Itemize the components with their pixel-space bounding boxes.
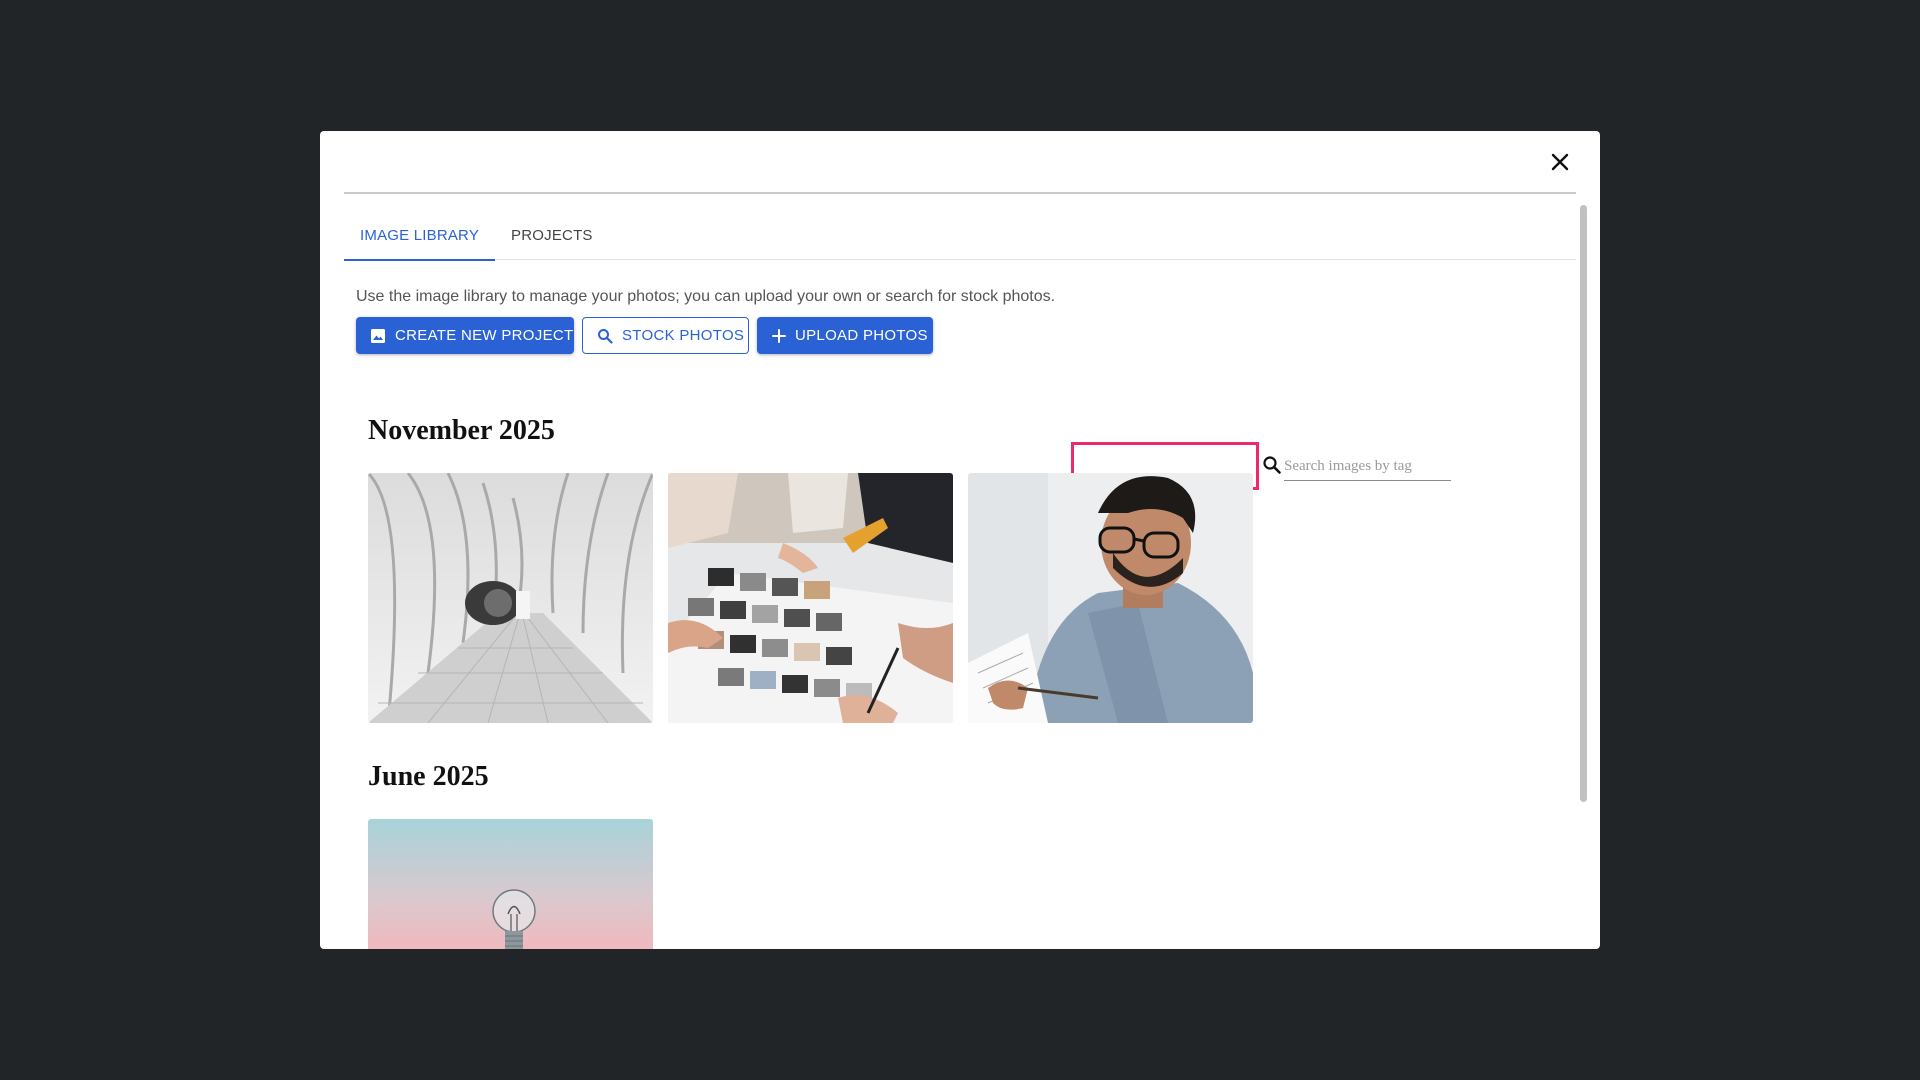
stock-photos-label: STOCK PHOTOS xyxy=(622,327,745,344)
photo-thumbnail[interactable] xyxy=(368,473,653,723)
photo-thumbnail[interactable] xyxy=(968,473,1253,723)
create-new-project-button[interactable]: CREATE NEW PROJECT xyxy=(356,317,574,354)
tag-search-input[interactable] xyxy=(1284,453,1451,481)
search-icon xyxy=(597,328,613,344)
month-heading: June 2025 xyxy=(368,761,489,792)
scrollbar[interactable] xyxy=(1576,205,1590,949)
image-icon xyxy=(370,328,386,344)
tab-projects[interactable]: PROJECTS xyxy=(495,211,609,260)
scrollbar-thumb[interactable] xyxy=(1580,205,1587,802)
upload-photos-button[interactable]: UPLOAD PHOTOS xyxy=(757,317,933,354)
header-divider xyxy=(344,192,1576,194)
create-new-project-label: CREATE NEW PROJECT xyxy=(395,327,574,344)
month-heading: November 2025 xyxy=(368,415,555,446)
intro-text: Use the image library to manage your pho… xyxy=(356,288,1056,305)
image-library-dialog: IMAGE LIBRARY PROJECTS Use the image lib… xyxy=(320,131,1600,949)
tab-bar: IMAGE LIBRARY PROJECTS xyxy=(344,211,1576,261)
tag-search-icon xyxy=(1262,455,1282,480)
close-button[interactable] xyxy=(1545,147,1575,177)
stock-photos-button[interactable]: STOCK PHOTOS xyxy=(582,317,749,354)
upload-photos-label: UPLOAD PHOTOS xyxy=(795,327,928,344)
close-icon xyxy=(1551,153,1569,171)
photo-thumbnail[interactable] xyxy=(668,473,953,723)
plus-icon xyxy=(772,328,786,343)
photo-thumbnail[interactable] xyxy=(368,819,653,949)
tab-image-library[interactable]: IMAGE LIBRARY xyxy=(344,211,496,261)
